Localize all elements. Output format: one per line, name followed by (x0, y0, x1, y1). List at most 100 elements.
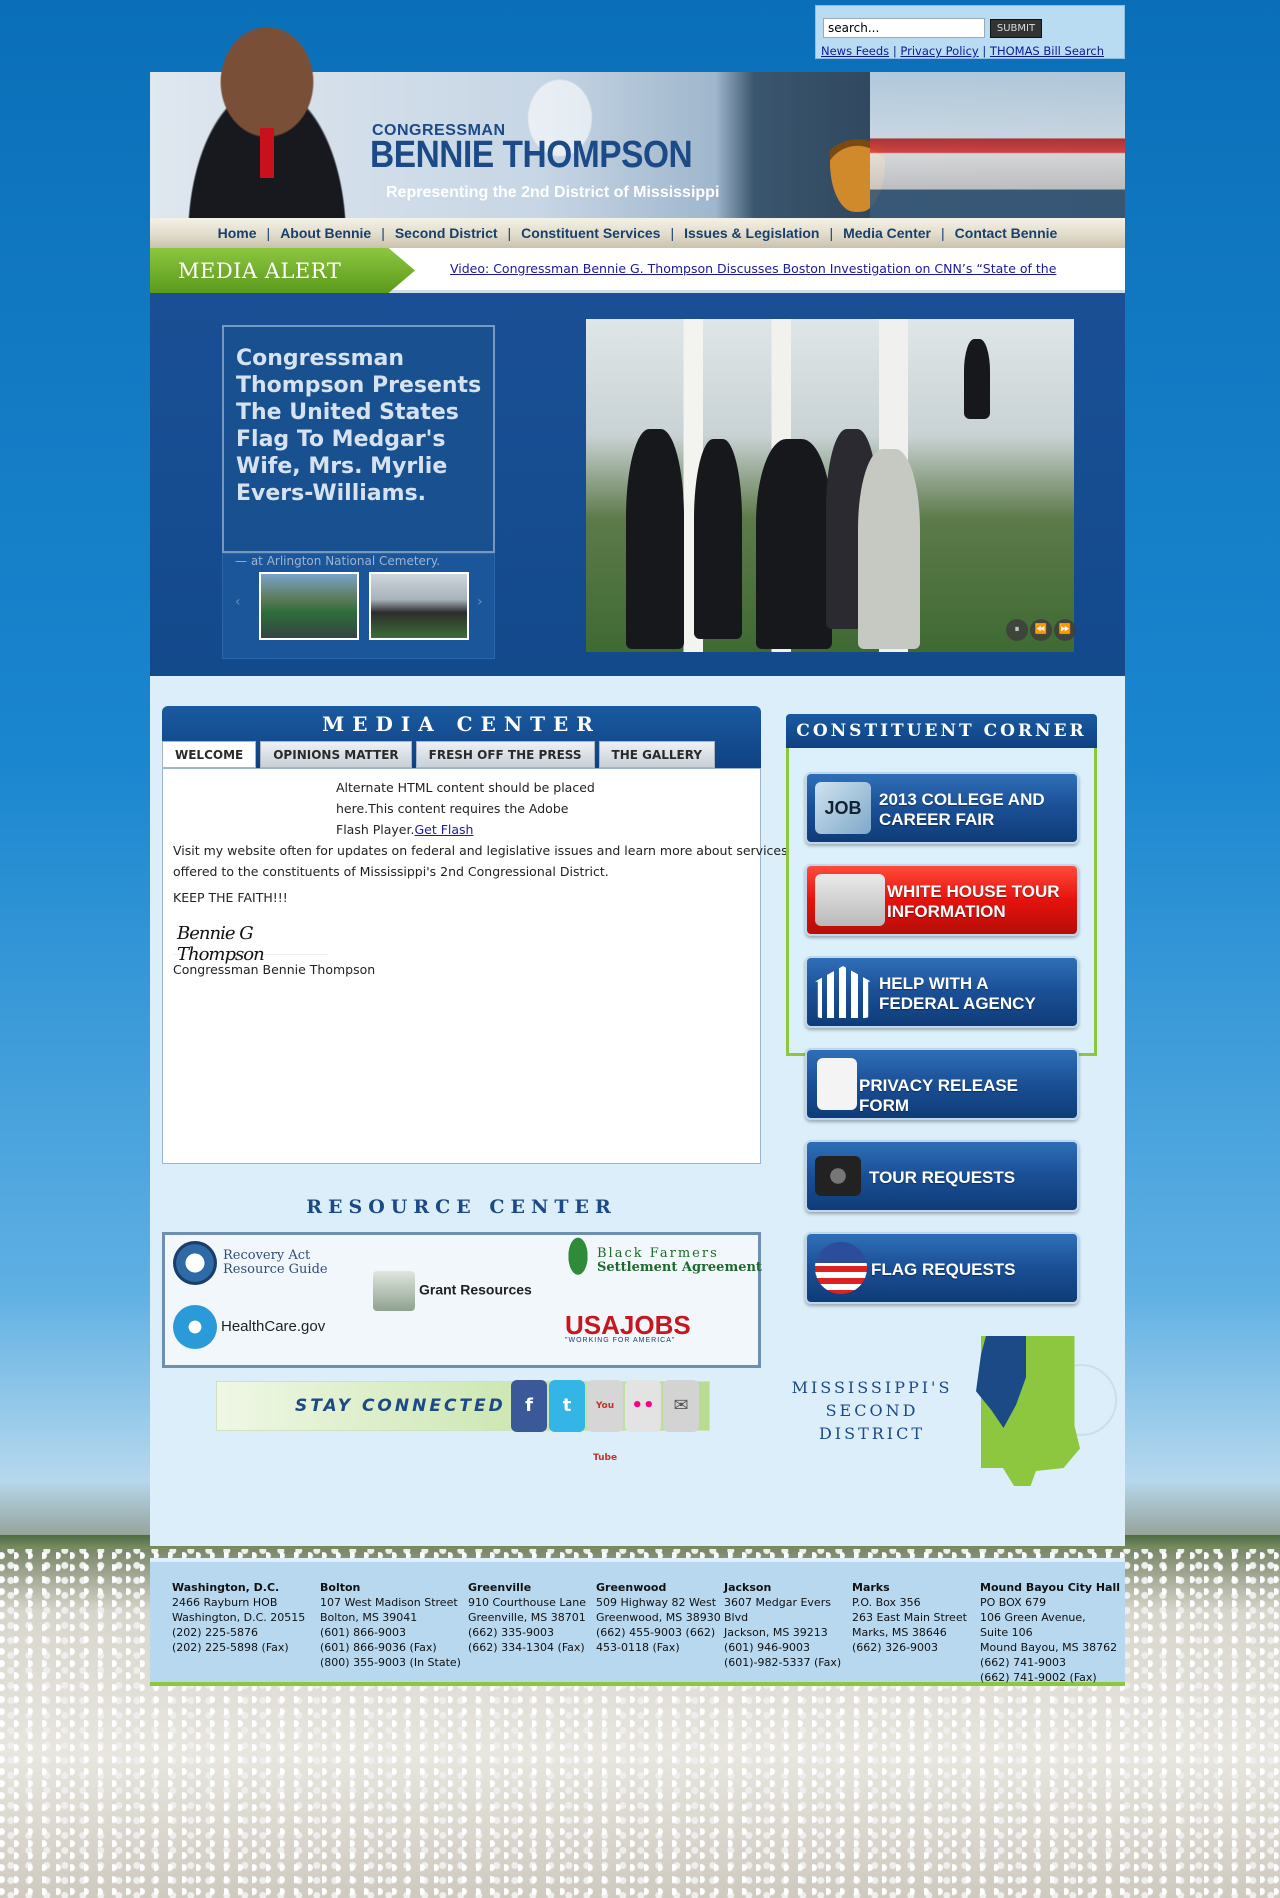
medical-star-icon (173, 1305, 217, 1349)
white-house-tour-button[interactable]: WHITE HOUSE TOUR INFORMATION (805, 864, 1079, 936)
twitter-icon[interactable]: t (549, 1380, 585, 1432)
pause-icon[interactable]: ⏸ (1006, 619, 1028, 641)
document-icon (817, 1058, 857, 1110)
stay-connected-label: STAY CONNECTED (295, 1396, 506, 1416)
nav-second-district[interactable]: Second District (385, 225, 508, 241)
tab-welcome[interactable]: WELCOME (162, 741, 257, 768)
intro-line-2: offered to the constituents of Mississip… (173, 864, 609, 879)
thumbnail-1[interactable] (259, 572, 359, 640)
healthcare-gov-link[interactable]: HealthCare.gov (173, 1305, 325, 1349)
white-house-icon (815, 874, 885, 926)
recovery-seal-icon (173, 1241, 217, 1285)
flag-icon (815, 1242, 867, 1294)
rewind-icon[interactable]: ⏪ (1030, 619, 1052, 641)
tab-fresh-off-the-press[interactable]: FRESH OFF THE PRESS (415, 741, 595, 768)
money-stack-icon (373, 1271, 415, 1311)
thumbnail-2[interactable] (369, 572, 469, 640)
office-jackson: Jackson 3607 Medgar Evers Blvd Jackson, MS… (724, 1581, 842, 1669)
federal-agency-label-2: FEDERAL AGENCY (879, 994, 1036, 1013)
office-bolton: Bolton 107 West Madison Street Bolton, MS… (320, 1581, 461, 1669)
white-house-label-2: INFORMATION (887, 902, 1006, 921)
feature-caption-box: — at Arlington National Cemetery. ‹ › (222, 553, 495, 659)
office-greenwood: Greenwood 509 Highway 82 West Greenwood, … (596, 1581, 721, 1654)
feature-text-box: Congressman Thompson Presents The United… (222, 325, 495, 553)
feature-caption: — at Arlington National Cemetery. (235, 554, 441, 568)
recovery-act-link[interactable]: Recovery Act Resource Guide (173, 1241, 328, 1285)
privacy-policy-link[interactable]: Privacy Policy (900, 44, 978, 58)
flash-line-2: here.This content requires the Adobe (336, 801, 569, 816)
intro-line-1: Visit my website often for updates on fe… (173, 843, 788, 858)
search-panel: SUBMIT News Feeds | Privacy Policy | THO… (815, 5, 1125, 59)
plant-icon (563, 1237, 593, 1285)
facebook-icon[interactable]: f (511, 1380, 547, 1432)
flash-line-1: Alternate HTML content should be placed (336, 780, 595, 795)
district-label: MISSISSIPPI'S SECOND DISTRICT (791, 1378, 953, 1443)
nav-issues[interactable]: Issues & Legislation (674, 225, 829, 241)
signoff: Congressman Bennie Thompson (173, 962, 376, 977)
constituent-corner-header: CONSTITUENT CORNER (786, 714, 1097, 748)
privacy-release-label: PRIVACY RELEASE FORM (859, 1076, 1019, 1115)
flag-requests-label: FLAG REQUESTS (871, 1260, 1016, 1279)
usajobs-link[interactable]: USAJOBS "WORKING FOR AMERICA" (565, 1312, 691, 1345)
federal-agency-label-1: HELP WITH A (879, 974, 989, 993)
college-fair-label-1: 2013 COLLEGE AND (879, 790, 1045, 809)
submit-button[interactable]: SUBMIT (990, 19, 1042, 38)
stay-connected-bar: STAY CONNECTED f t You Tube •• ✉ (216, 1380, 710, 1463)
tab-opinions-matter[interactable]: OPINIONS MATTER (260, 741, 412, 768)
nav-media-center[interactable]: Media Center (833, 225, 941, 241)
next-thumb-icon[interactable]: › (477, 594, 483, 610)
grant-resources-link[interactable]: Grant Resources (373, 1271, 532, 1311)
content-area: MEDIA CENTER WELCOME OPINIONS MATTER FRE… (150, 676, 1125, 1546)
signature-image: Bennie G Thompson (173, 917, 328, 965)
resource-center-title: RESOURCE CENTER (306, 1196, 617, 1218)
prev-thumb-icon[interactable]: ‹ (235, 594, 241, 610)
office-washington: Washington, D.C. 2466 Rayburn HOB Washing… (172, 1581, 306, 1654)
media-center-header: MEDIA CENTER WELCOME OPINIONS MATTER FRE… (162, 706, 761, 768)
nav-about[interactable]: About Bennie (270, 225, 381, 241)
tour-requests-label: TOUR REQUESTS (869, 1168, 1016, 1187)
media-center-title: MEDIA CENTER (322, 712, 601, 736)
feature-slider: Congressman Thompson Presents The United… (150, 293, 1125, 676)
header-tagline: Representing the 2nd District of Mississ… (386, 184, 720, 201)
top-links: News Feeds | Privacy Policy | THOMAS Bil… (821, 44, 1105, 58)
government-building-icon (815, 966, 871, 1018)
college-career-fair-button[interactable]: JOB 2013 COLLEGE AND CAREER FAIR (805, 772, 1079, 844)
privacy-release-form-button[interactable]: PRIVACY RELEASE FORM (805, 1048, 1079, 1120)
job-icon: JOB (815, 782, 871, 834)
media-center-tabs: WELCOME OPINIONS MATTER FRESH OFF THE PR… (162, 741, 716, 768)
congressman-portrait (152, 18, 382, 218)
office-mound-bayou: Mound Bayou City Hall PO BOX 679 106 Gree… (980, 1581, 1120, 1684)
flickr-icon[interactable]: •• (625, 1380, 661, 1432)
nav-home[interactable]: Home (208, 225, 267, 241)
riverboat-image (870, 72, 1125, 218)
tour-requests-button[interactable]: TOUR REQUESTS (805, 1140, 1079, 1212)
flag-requests-button[interactable]: FLAG REQUESTS (805, 1232, 1079, 1304)
nav-contact[interactable]: Contact Bennie (945, 225, 1068, 241)
main-nav: Home | About Bennie | Second District | Con… (150, 218, 1125, 248)
media-center-body: Alternate HTML content should be placed … (162, 768, 788, 1164)
media-alert-bar: MEDIA ALERT Video: Congressman Bennie G.… (150, 248, 1125, 293)
feature-title: Congressman Thompson Presents The United… (236, 346, 482, 506)
youtube-icon[interactable]: You Tube (587, 1380, 623, 1463)
search-input[interactable] (823, 18, 985, 38)
forward-icon[interactable]: ⏩ (1054, 619, 1076, 641)
nav-constituent-services[interactable]: Constituent Services (511, 225, 670, 241)
site-header: CONGRESSMAN BENNIE THOMPSON Representing… (150, 18, 1125, 218)
college-fair-label-2: CAREER FAIR (879, 810, 995, 829)
thomas-bill-search-link[interactable]: THOMAS Bill Search (990, 44, 1104, 58)
news-feeds-link[interactable]: News Feeds (821, 44, 889, 58)
header-name: BENNIE THOMPSON (370, 134, 693, 176)
media-alert-label: MEDIA ALERT (150, 248, 415, 293)
federal-agency-help-button[interactable]: HELP WITH A FEDERAL AGENCY (805, 956, 1079, 1028)
feature-photo[interactable]: ⏸ ⏪ ⏩ (586, 319, 1076, 652)
white-house-label-1: WHITE HOUSE TOUR (887, 882, 1060, 901)
resource-center-box: Recovery Act Resource Guide Grant Resourc… (162, 1232, 762, 1368)
tab-the-gallery[interactable]: THE GALLERY (598, 741, 716, 768)
office-marks: Marks P.O. Box 356 263 East Main Street Ma… (852, 1581, 967, 1654)
keep-the-faith: KEEP THE FAITH!!! (173, 890, 288, 905)
media-alert-link[interactable]: Video: Congressman Bennie G. Thompson Di… (450, 261, 1056, 276)
black-farmers-link[interactable]: Black Farmers Settlement Agreement (563, 1237, 762, 1285)
footer-offices: Washington, D.C. 2466 Rayburn HOB Washing… (150, 1558, 1125, 1686)
get-flash-link[interactable]: Get Flash (414, 822, 473, 837)
email-icon[interactable]: ✉ (663, 1380, 699, 1432)
